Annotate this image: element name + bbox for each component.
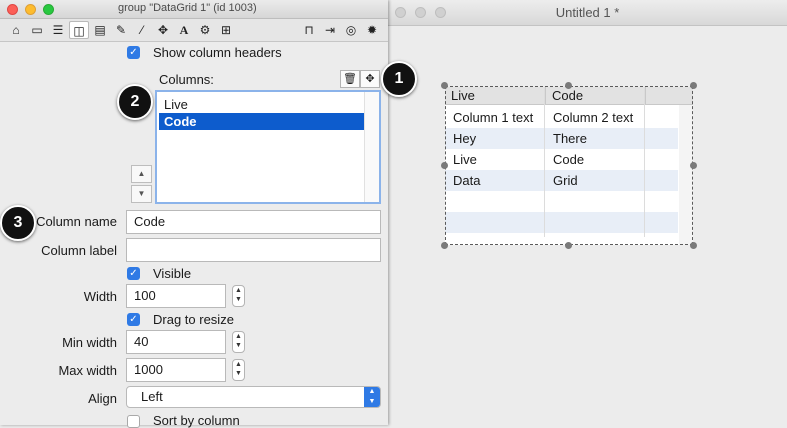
max-width-stepper[interactable]: ▲ ▼ [232, 359, 245, 381]
triangle-down-icon: ▼ [137, 189, 146, 198]
width-field[interactable]: 100 [126, 284, 226, 308]
visible-label: Visible [153, 266, 192, 281]
inspector-title: group "DataGrid 1" (id 1003) [118, 2, 257, 14]
selection-outline [445, 86, 693, 245]
column-list-item-live[interactable]: Live [159, 96, 365, 113]
sort-by-column-checkbox[interactable] [127, 415, 140, 428]
plus-icon: ✥ [365, 73, 375, 85]
column-name-field[interactable]: Code [126, 210, 381, 234]
resize-handle[interactable] [441, 82, 448, 89]
min-width-field[interactable]: 40 [126, 330, 226, 354]
document-titlebar[interactable]: Untitled 1 * [388, 0, 787, 26]
target-icon[interactable]: ◎ [341, 21, 361, 39]
resize-handle[interactable] [565, 82, 572, 89]
gear-icon[interactable]: ✹ [362, 21, 382, 39]
move-icon[interactable]: ✥ [153, 21, 173, 39]
zoom-window-button[interactable] [43, 4, 54, 15]
columns-label: Columns: [159, 72, 214, 87]
align-select[interactable]: Left ▲ ▼ [126, 386, 381, 408]
min-width-stepper[interactable]: ▲ ▼ [232, 331, 245, 353]
pencil-icon[interactable]: ✎ [111, 21, 131, 39]
add-column-button[interactable]: ✥ [360, 70, 380, 88]
visible-checkbox[interactable]: ✓ [127, 267, 140, 280]
resize-handle[interactable] [565, 242, 572, 249]
columns-list[interactable]: Live Code [155, 90, 381, 204]
column-label-label: Column label [41, 243, 117, 258]
columns-list-scrollbar[interactable] [364, 92, 379, 202]
lock-icon[interactable]: ⊓ [299, 21, 319, 39]
callout-badge-2: 2 [117, 84, 153, 120]
move-column-up-button[interactable]: ▲ [131, 165, 152, 183]
max-width-label: Max width [58, 363, 117, 378]
drag-to-resize-label: Drag to resize [153, 312, 234, 327]
resize-handle[interactable] [690, 242, 697, 249]
inspector-titlebar[interactable]: group "DataGrid 1" (id 1003) [0, 0, 388, 19]
home-icon[interactable]: ⌂ [6, 21, 26, 39]
grid-icon[interactable]: ⊞ [216, 21, 236, 39]
trash-icon: 🗑 [343, 73, 357, 85]
resize-handle[interactable] [690, 162, 697, 169]
select-arrows-icon: ▲ ▼ [364, 387, 380, 407]
text-icon[interactable]: A [174, 21, 194, 39]
column-list-item-code[interactable]: Code [159, 113, 365, 130]
close-window-button[interactable] [7, 4, 18, 15]
database-icon[interactable]: ▤ [90, 21, 110, 39]
resize-handle[interactable] [441, 242, 448, 249]
list-icon[interactable]: ☰ [48, 21, 68, 39]
triangle-up-icon: ▲ [137, 169, 146, 178]
show-column-headers-label: Show column headers [153, 45, 282, 60]
show-column-headers-checkbox[interactable]: ✓ [127, 46, 140, 59]
column-label-field[interactable] [126, 238, 381, 262]
width-label: Width [83, 289, 117, 304]
align-label: Align [88, 391, 117, 406]
minimize-window-button[interactable] [25, 4, 36, 15]
wand-icon[interactable]: ⁄ [132, 21, 152, 39]
inspector-toolbar: ⌂ ▭ ☰ ◫ ▤ ✎ ⁄ ✥ A ⚙ ⊞ ⊓ ⇥ ◎ ✹ [0, 19, 388, 42]
move-column-down-button[interactable]: ▼ [131, 185, 152, 203]
behavior-icon[interactable]: ⇥ [320, 21, 340, 39]
document-title: Untitled 1 * [555, 5, 620, 20]
gears-icon[interactable]: ⚙ [195, 21, 215, 39]
property-inspector-window: group "DataGrid 1" (id 1003) ⌂ ▭ ☰ ◫ ▤ ✎… [0, 0, 388, 428]
callout-badge-1: 1 [381, 61, 417, 97]
sort-by-column-label: Sort by column [153, 413, 240, 428]
resize-handle[interactable] [441, 162, 448, 169]
drag-to-resize-checkbox[interactable]: ✓ [127, 313, 140, 326]
min-width-label: Min width [62, 335, 117, 350]
card-icon[interactable]: ▭ [27, 21, 47, 39]
columns-icon[interactable]: ◫ [69, 21, 89, 39]
delete-column-button[interactable]: 🗑 [340, 70, 360, 88]
max-width-field[interactable]: 1000 [126, 358, 226, 382]
width-stepper[interactable]: ▲ ▼ [232, 285, 245, 307]
callout-badge-3: 3 [0, 205, 36, 241]
align-select-value: Left [141, 389, 163, 404]
resize-handle[interactable] [690, 82, 697, 89]
